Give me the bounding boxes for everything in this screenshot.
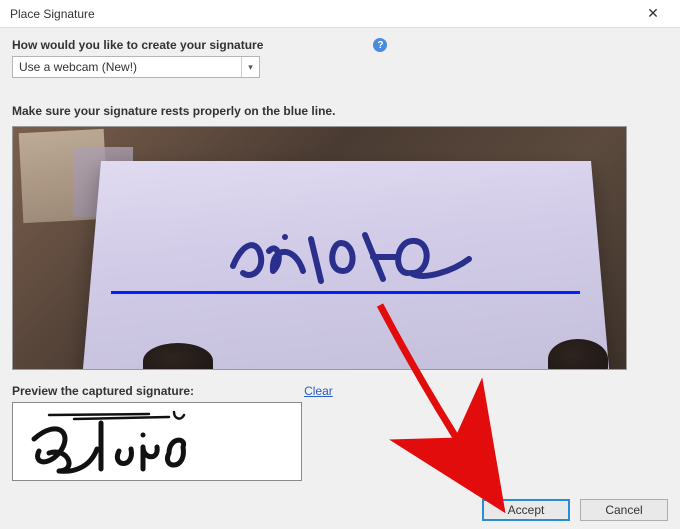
accept-button[interactable]: Accept xyxy=(482,499,570,521)
clear-link[interactable]: Clear xyxy=(304,384,333,398)
create-method-select[interactable]: Use a webcam (New!) ▾ xyxy=(12,56,260,78)
place-signature-dialog: Place Signature ✕ How would you like to … xyxy=(0,0,680,529)
signature-card xyxy=(82,161,609,370)
close-icon: ✕ xyxy=(647,5,659,22)
close-button[interactable]: ✕ xyxy=(634,2,672,26)
titlebar: Place Signature ✕ xyxy=(0,0,680,28)
captured-signature-preview xyxy=(12,402,302,481)
dialog-content: How would you like to create your signat… xyxy=(0,28,680,481)
preview-label: Preview the captured signature: xyxy=(12,384,194,398)
create-method-label: How would you like to create your signat… xyxy=(12,38,263,52)
create-method-row: How would you like to create your signat… xyxy=(12,38,668,52)
preview-header-row: Preview the captured signature: Clear xyxy=(12,384,668,398)
captured-signature-stroke xyxy=(19,407,289,479)
blue-guideline xyxy=(111,291,580,294)
webcam-preview xyxy=(12,126,627,370)
dialog-footer: Accept Cancel xyxy=(482,499,668,521)
chevron-down-icon: ▾ xyxy=(241,57,259,77)
help-icon[interactable]: ? xyxy=(373,38,387,52)
create-method-selected: Use a webcam (New!) xyxy=(13,60,241,74)
cancel-button[interactable]: Cancel xyxy=(580,499,668,521)
dialog-title: Place Signature xyxy=(10,7,634,21)
blue-line-instruction: Make sure your signature rests properly … xyxy=(12,104,668,118)
